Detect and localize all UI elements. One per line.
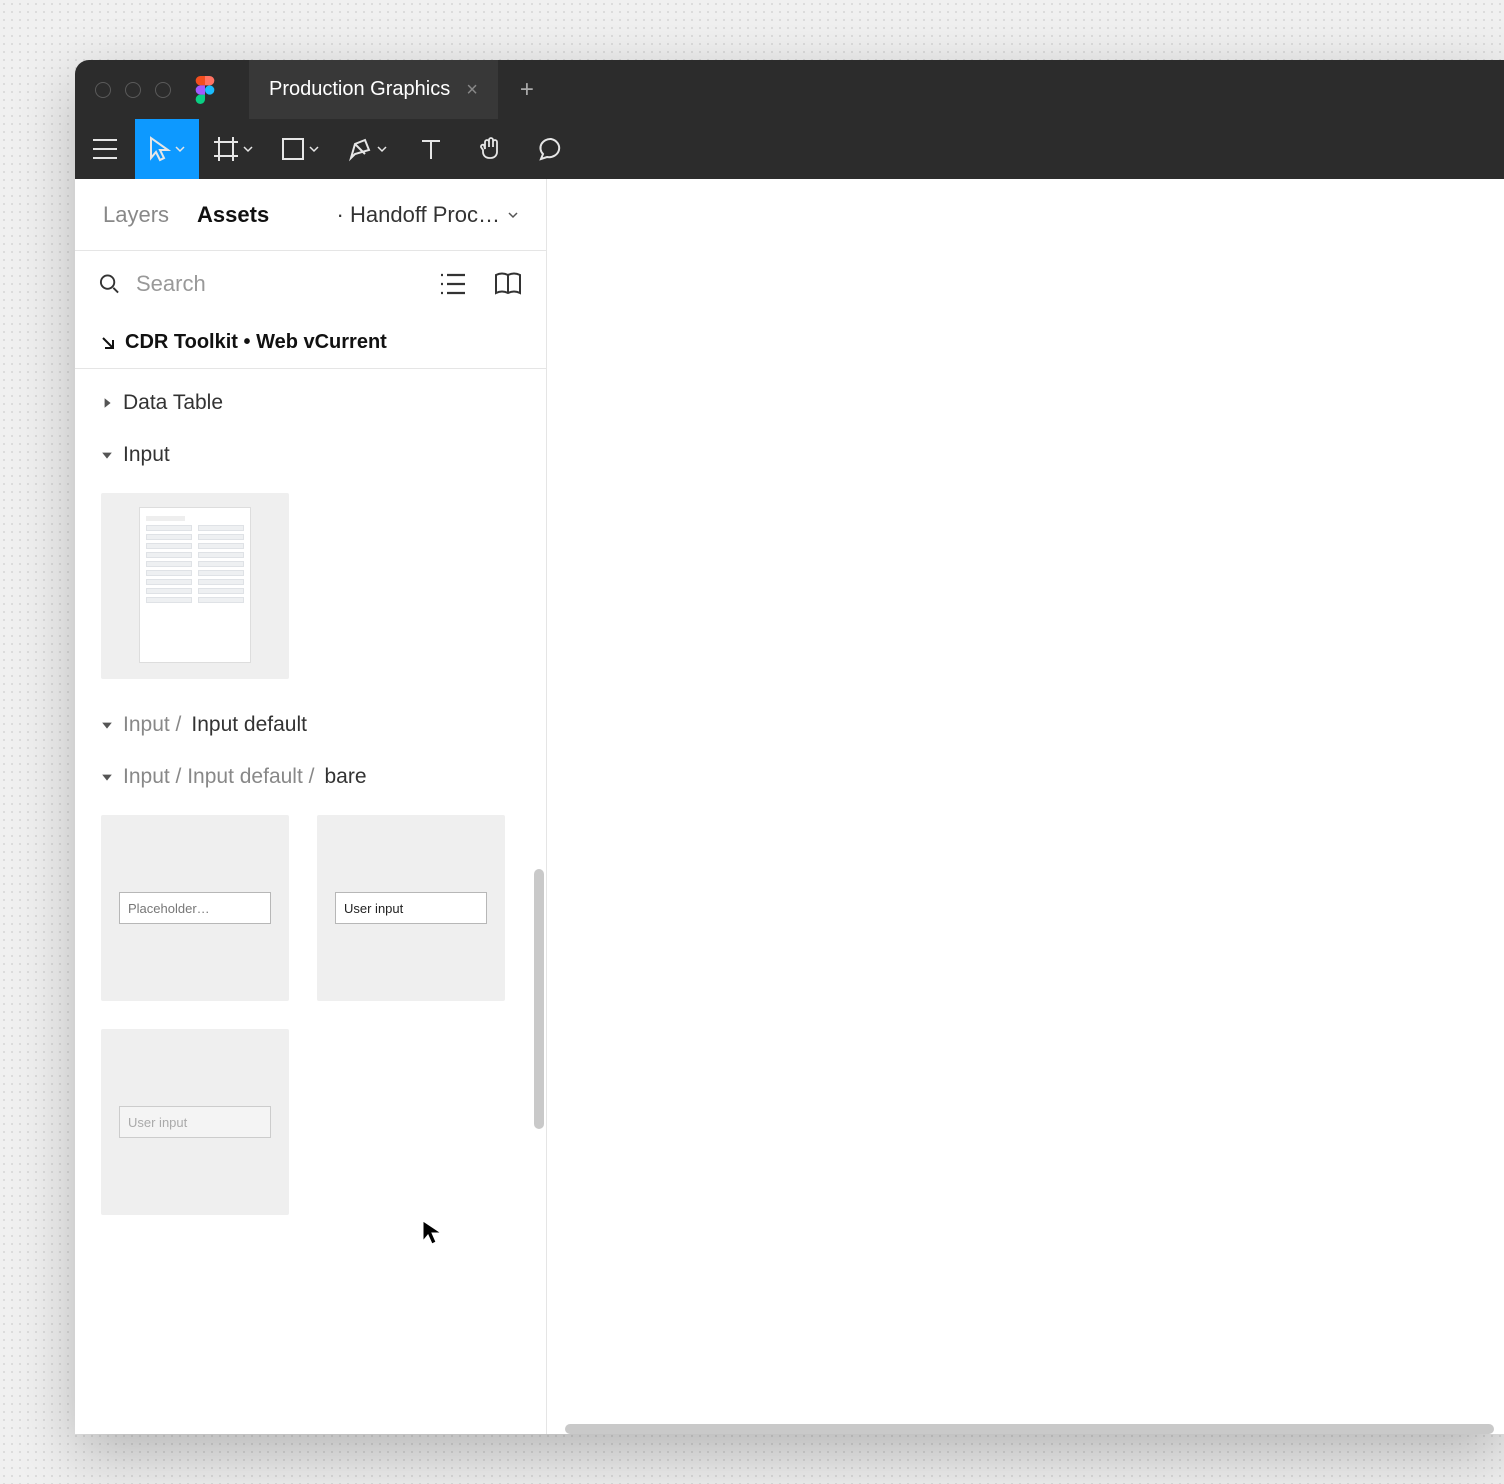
- page-selector-label: · Handoff Proc…: [337, 202, 500, 228]
- chevron-down-icon: [508, 210, 518, 220]
- component-thumb-input-sheet[interactable]: [101, 493, 289, 679]
- window-close[interactable]: [95, 82, 111, 98]
- chevron-down-icon: [309, 144, 319, 154]
- app-window: Production Graphics × +: [75, 60, 1504, 1434]
- caret-right-icon: [101, 397, 113, 409]
- chevron-down-icon: [175, 144, 185, 154]
- frame-tool[interactable]: [199, 119, 267, 179]
- figma-logo-icon: [195, 76, 215, 104]
- caret-down-icon: [101, 719, 113, 731]
- tree-label: bare: [324, 765, 366, 789]
- body: Layers Assets · Handoff Proc…: [75, 179, 1504, 1434]
- component-thumb-user-input[interactable]: User input: [317, 815, 505, 1001]
- chevron-down-icon: [243, 144, 253, 154]
- search-icon: [99, 273, 120, 295]
- tab-layers[interactable]: Layers: [103, 202, 169, 228]
- close-tab-icon[interactable]: ×: [466, 80, 478, 100]
- tree-label: Input: [123, 443, 170, 467]
- canvas[interactable]: [547, 179, 1504, 1434]
- canvas-scrollbar-horizontal[interactable]: [565, 1424, 1494, 1434]
- left-sidebar: Layers Assets · Handoff Proc…: [75, 179, 547, 1434]
- comment-tool[interactable]: [521, 119, 581, 179]
- text-tool[interactable]: [401, 119, 461, 179]
- asset-search-row: [75, 251, 546, 317]
- list-view-toggle[interactable]: [440, 273, 466, 295]
- component-thumb-placeholder[interactable]: Placeholder…: [101, 815, 289, 1001]
- library-arrow-icon: [101, 336, 115, 350]
- input-preview: User input: [119, 1106, 271, 1138]
- page-selector[interactable]: · Handoff Proc…: [337, 202, 518, 228]
- file-tab-title: Production Graphics: [269, 78, 450, 101]
- shape-tool[interactable]: [267, 119, 333, 179]
- caret-down-icon: [101, 449, 113, 461]
- input-preview: User input: [335, 892, 487, 924]
- tree-item-input[interactable]: Input: [75, 429, 546, 481]
- sidebar-tabs: Layers Assets · Handoff Proc…: [75, 179, 546, 251]
- pen-tool[interactable]: [333, 119, 401, 179]
- asset-search-input[interactable]: [136, 271, 424, 297]
- doc-preview: [139, 507, 251, 663]
- tree-prefix: Input /: [123, 713, 181, 737]
- sidebar-scrollbar[interactable]: [534, 869, 544, 1129]
- new-tab-button[interactable]: +: [498, 76, 556, 104]
- tree-prefix: Input / Input default /: [123, 765, 314, 789]
- tree-label: Input default: [191, 713, 307, 737]
- titlebar: Production Graphics × +: [75, 60, 1504, 119]
- team-library-button[interactable]: [494, 272, 522, 296]
- tab-assets[interactable]: Assets: [197, 202, 269, 228]
- tree-item-input-default[interactable]: Input / Input default: [75, 699, 546, 751]
- window-controls: [95, 82, 171, 98]
- toolbar: [75, 119, 1504, 179]
- tree-item-bare[interactable]: Input / Input default / bare: [75, 751, 546, 803]
- input-preview: Placeholder…: [119, 892, 271, 924]
- component-thumb-disabled[interactable]: User input: [101, 1029, 289, 1215]
- window-minimize[interactable]: [125, 82, 141, 98]
- tree-item-data-table[interactable]: Data Table: [75, 377, 546, 429]
- tree-label: Data Table: [123, 391, 223, 415]
- file-tab[interactable]: Production Graphics ×: [249, 60, 498, 119]
- hand-tool[interactable]: [461, 119, 521, 179]
- menu-button[interactable]: [75, 119, 135, 179]
- move-tool[interactable]: [135, 119, 199, 179]
- caret-down-icon: [101, 771, 113, 783]
- library-header[interactable]: CDR Toolkit • Web vCurrent: [75, 317, 546, 369]
- chevron-down-icon: [377, 144, 387, 154]
- window-zoom[interactable]: [155, 82, 171, 98]
- asset-tree: Data Table Input: [75, 369, 546, 1255]
- library-name: CDR Toolkit • Web vCurrent: [125, 331, 387, 354]
